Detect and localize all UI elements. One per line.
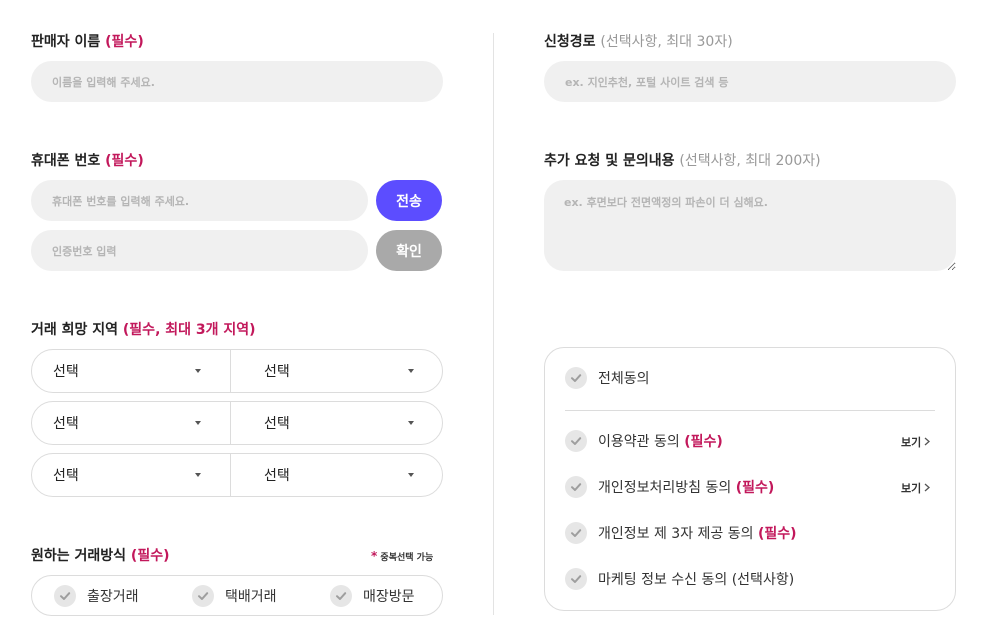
source-label: 신청경로 (선택사항, 최대 30자) [544,34,733,50]
check-icon [192,585,214,607]
phone-input[interactable]: 휴대폰 번호를 입력해 주세요. [31,180,368,221]
view-privacy-link[interactable]: 보기 [901,480,931,496]
region-select-2-left[interactable]: 선택 [32,402,230,444]
view-terms-link[interactable]: 보기 [901,434,931,450]
region-row-1: 선택 선택 [31,349,443,393]
multi-select-note: * 중복선택 가능 [371,549,434,563]
agree-all[interactable]: 전체동의 [565,367,650,389]
seller-name-label: 판매자 이름 (필수) [31,34,144,50]
source-input[interactable]: ex. 지인추천, 포털 사이트 검색 등 [544,61,956,102]
region-select-3-left[interactable]: 선택 [32,454,230,496]
trade-method-group: 출장거래 택배거래 매장방문 [31,575,443,616]
region-select-3-right[interactable]: 선택 [231,454,442,496]
agree-marketing[interactable]: 마케팅 정보 수신 동의 (선택사항) [565,568,794,590]
check-icon [565,476,587,498]
asterisk-icon: * [371,549,378,563]
chevron-down-icon [195,421,201,425]
check-icon [330,585,352,607]
agreement-box: 전체동의 이용약관 동의 (필수) 보기 개인정보처리방침 동의 (필수) 보기… [544,347,956,611]
region-row-3: 선택 선택 [31,453,443,497]
agree-third-party[interactable]: 개인정보 제 3자 제공 동의 (필수) [565,522,797,544]
seller-name-input[interactable]: 이름을 입력해 주세요. [31,61,443,102]
chevron-down-icon [408,473,414,477]
check-icon [54,585,76,607]
agree-terms[interactable]: 이용약관 동의 (필수) [565,430,723,452]
chevron-down-icon [408,421,414,425]
check-icon [565,522,587,544]
agreement-divider [565,410,935,411]
check-icon [565,568,587,590]
check-icon [565,367,587,389]
trade-option-store[interactable]: 매장방문 [330,585,415,607]
region-row-2: 선택 선택 [31,401,443,445]
check-icon [565,430,587,452]
region-label: 거래 희망 지역 (필수, 최대 3개 지역) [31,322,256,338]
chevron-down-icon [195,369,201,373]
chevron-right-icon [924,436,931,449]
inquiry-label: 추가 요청 및 문의내용 (선택사항, 최대 200자) [544,153,821,169]
verification-code-input[interactable]: 인증번호 입력 [31,230,368,271]
chevron-right-icon [924,482,931,495]
region-select-1-right[interactable]: 선택 [231,350,442,392]
column-divider [493,33,494,615]
trade-option-delivery[interactable]: 택배거래 [192,585,277,607]
confirm-button[interactable]: 확인 [376,230,442,271]
chevron-down-icon [195,473,201,477]
region-select-1-left[interactable]: 선택 [32,350,230,392]
region-select-2-right[interactable]: 선택 [231,402,442,444]
send-button[interactable]: 전송 [376,180,442,221]
agree-privacy[interactable]: 개인정보처리방침 동의 (필수) [565,476,774,498]
chevron-down-icon [408,369,414,373]
trade-method-label: 원하는 거래방식 (필수) [31,548,170,564]
inquiry-textarea[interactable] [544,180,956,271]
phone-label: 휴대폰 번호 (필수) [31,153,144,169]
trade-option-visit[interactable]: 출장거래 [54,585,139,607]
